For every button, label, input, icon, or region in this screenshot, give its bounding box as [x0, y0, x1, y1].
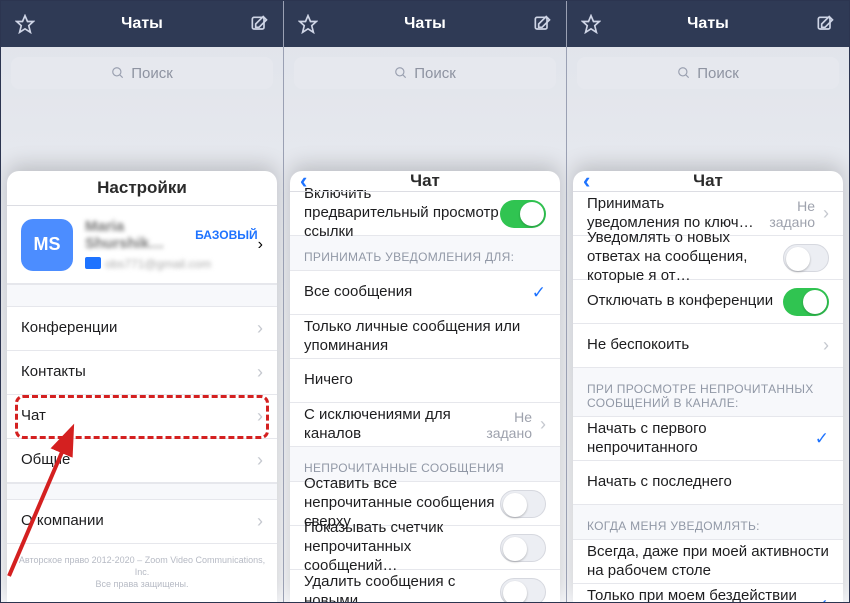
section-notification-for: ПРИНИМАТЬ УВЕДОМЛЕНИЯ ДЛЯ:: [290, 236, 560, 271]
toggle-off[interactable]: [783, 244, 829, 272]
check-icon: ✓: [815, 429, 829, 449]
nav-title: Чаты: [404, 15, 446, 33]
search-input[interactable]: Поиск: [294, 57, 556, 89]
chevron-right-icon: ›: [257, 362, 263, 383]
chevron-right-icon: ›: [257, 318, 263, 339]
row-nothing[interactable]: Ничего: [290, 359, 560, 403]
settings-row-conferences[interactable]: Конференции›: [7, 307, 277, 351]
row-mute-in-meeting[interactable]: Отключать в конференции: [573, 280, 843, 324]
search-icon: [677, 66, 691, 80]
search-placeholder: Поиск: [131, 65, 173, 82]
toggle-off[interactable]: [500, 490, 546, 518]
settings-row-about[interactable]: О компании›: [7, 500, 277, 544]
pane-chat-settings-1: Чаты Поиск ‹ Чат Включить предварительны…: [283, 1, 566, 602]
row-dm-mentions[interactable]: Только личные сообщения или упоминания: [290, 315, 560, 359]
toggle-on[interactable]: [500, 200, 546, 228]
nav-title: Чаты: [121, 15, 163, 33]
star-icon[interactable]: [298, 14, 318, 34]
star-icon[interactable]: [15, 14, 35, 34]
row-start-last[interactable]: Начать с последнего: [573, 461, 843, 505]
row-channel-exceptions[interactable]: С исключениями для каналовНе задано›: [290, 403, 560, 447]
settings-sheet: Настройки MS Maria Shurshik… БАЗОВЫЙ obs…: [7, 171, 277, 602]
profile-row[interactable]: MS Maria Shurshik… БАЗОВЫЙ obs771@gmail.…: [7, 206, 277, 284]
settings-row-general[interactable]: Общие›: [7, 439, 277, 483]
compose-icon[interactable]: [532, 14, 552, 34]
chevron-right-icon: ›: [257, 511, 263, 532]
profile-name: Maria Shurshik…: [85, 218, 195, 252]
row-dnd[interactable]: Не беспокоить›: [573, 324, 843, 368]
check-icon: ✓: [815, 596, 829, 602]
row-reply-notify[interactable]: Уведомлять о новых ответах на сообщения,…: [573, 236, 843, 280]
compose-icon[interactable]: [249, 14, 269, 34]
chevron-right-icon: ›: [257, 406, 263, 427]
search-placeholder: Поиск: [697, 65, 739, 82]
check-icon: ✓: [532, 283, 546, 303]
nav-bar: Чаты: [567, 1, 849, 47]
chevron-right-icon: ›: [257, 450, 263, 471]
pane-chat-settings-2: Чаты Поиск ‹ Чат Принимать уведомления п…: [566, 1, 849, 602]
toggle-off[interactable]: [500, 578, 546, 602]
toggle-on[interactable]: [783, 288, 829, 316]
chevron-right-icon: ›: [540, 414, 546, 435]
chat-sheet: ‹ Чат Принимать уведомления по ключ…Не з…: [573, 171, 843, 602]
row-start-first-unread[interactable]: Начать с первого непрочитанного✓: [573, 417, 843, 461]
compose-icon[interactable]: [815, 14, 835, 34]
search-icon: [111, 66, 125, 80]
search-icon: [394, 66, 408, 80]
star-icon[interactable]: [581, 14, 601, 34]
camera-icon: [85, 257, 101, 269]
row-notify-always[interactable]: Всегда, даже при моей активности на рабо…: [573, 540, 843, 584]
settings-row-contacts[interactable]: Контакты›: [7, 351, 277, 395]
row-link-preview[interactable]: Включить предварительный просмотр ссылки: [290, 192, 560, 236]
settings-row-chat[interactable]: Чат›: [7, 395, 277, 439]
row-show-counter[interactable]: Показывать счетчик непрочитанных сообщен…: [290, 526, 560, 570]
sheet-title: Чат: [410, 171, 440, 191]
profile-email: obs771@gmail.com: [105, 257, 211, 271]
section-when-notify: КОГДА МЕНЯ УВЕДОМЛЯТЬ:: [573, 505, 843, 540]
search-placeholder: Поиск: [414, 65, 456, 82]
value-not-set: Не задано: [478, 409, 532, 441]
chevron-right-icon: ›: [823, 335, 829, 356]
back-button[interactable]: ‹: [300, 171, 307, 194]
copyright-footer: Авторское право 2012-2020 – Zoom Video C…: [7, 544, 277, 602]
section-view-unread-channel: ПРИ ПРОСМОТРЕ НЕПРОЧИТАННЫХ СООБЩЕНИЙ В …: [573, 368, 843, 417]
row-notify-idle[interactable]: Только при моем бездействии на рабочем с…: [573, 584, 843, 602]
chevron-right-icon: ›: [258, 236, 263, 254]
sheet-title: Чат: [693, 171, 723, 191]
value-not-set: Не задано: [768, 198, 815, 230]
search-input[interactable]: Поиск: [11, 57, 273, 89]
nav-bar: Чаты: [284, 1, 566, 47]
profile-plan-badge: БАЗОВЫЙ: [195, 228, 258, 242]
row-delete-new[interactable]: Удалить сообщения с новыми: [290, 570, 560, 602]
chat-sheet: ‹ Чат Включить предварительный просмотр …: [290, 171, 560, 602]
back-button[interactable]: ‹: [583, 171, 590, 194]
nav-title: Чаты: [687, 15, 729, 33]
toggle-off[interactable]: [500, 534, 546, 562]
chevron-right-icon: ›: [823, 203, 829, 224]
pane-settings: Чаты Поиск Настройки MS Maria Shurshik… …: [1, 1, 283, 602]
sheet-title: Настройки: [7, 171, 277, 206]
search-input[interactable]: Поиск: [577, 57, 839, 89]
avatar: MS: [21, 219, 73, 271]
nav-bar: Чаты: [1, 1, 283, 47]
row-all-messages[interactable]: Все сообщения✓: [290, 271, 560, 315]
